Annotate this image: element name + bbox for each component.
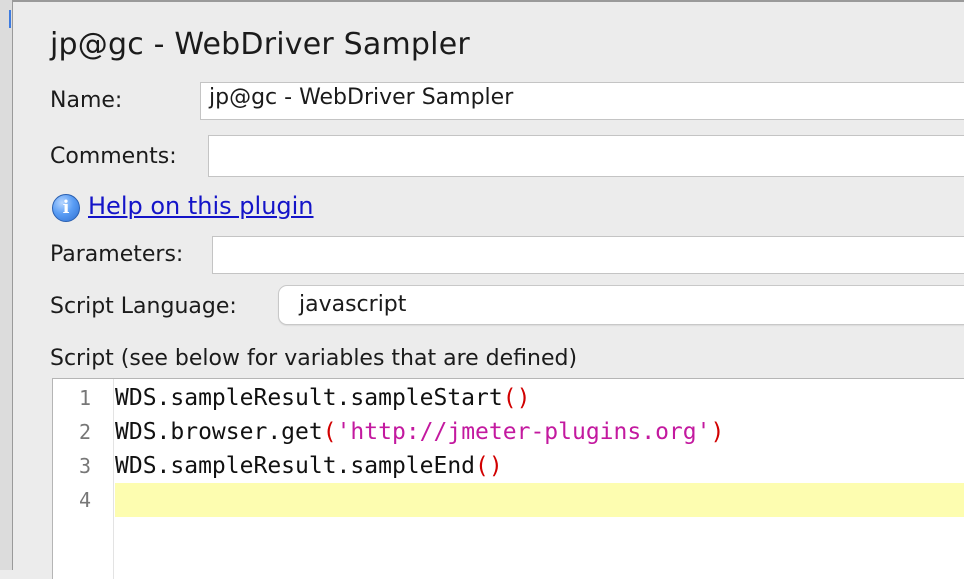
line-number: 1 — [78, 386, 91, 410]
info-icon: i — [52, 194, 80, 222]
open-paren: ( — [475, 453, 489, 479]
name-field[interactable]: jp@gc - WebDriver Sampler — [200, 82, 964, 120]
script-editor[interactable]: 1 WDS.sampleResult.sampleStart() 2 WDS.b… — [52, 378, 964, 579]
script-language-label: Script Language: — [50, 294, 237, 319]
parameters-label: Parameters: — [50, 242, 184, 267]
info-icon-glyph: i — [62, 197, 70, 218]
comments-field[interactable] — [208, 135, 964, 177]
close-paren: ) — [516, 385, 531, 411]
page-title: jp@gc - WebDriver Sampler — [50, 27, 470, 62]
code-text: WDS.browser.get — [115, 419, 323, 445]
string-literal: 'http://jmeter-plugins.org' — [336, 419, 711, 445]
line-number: 4 — [78, 488, 91, 512]
close-paren: ) — [710, 419, 725, 445]
close-paren: ) — [488, 453, 503, 479]
script-language-select[interactable]: javascript — [278, 285, 964, 325]
comments-label: Comments: — [50, 144, 177, 169]
line-number: 3 — [78, 454, 91, 478]
help-link[interactable]: Help on this plugin — [88, 190, 314, 222]
line-number: 2 — [78, 420, 91, 444]
code-line[interactable]: 1 WDS.sampleResult.sampleStart() — [53, 381, 964, 415]
open-paren: ( — [502, 385, 517, 411]
top-divider — [12, 0, 964, 2]
selection-marker — [9, 10, 11, 28]
open-paren: ( — [322, 419, 337, 445]
code-line[interactable]: 4 — [53, 483, 964, 517]
name-label: Name: — [50, 88, 123, 113]
code-text: WDS.sampleResult.sampleEnd — [115, 453, 476, 479]
parameters-field[interactable] — [212, 236, 964, 274]
code-line[interactable]: 2 WDS.browser.get('http://jmeter-plugins… — [53, 415, 964, 449]
code-line[interactable]: 3 WDS.sampleResult.sampleEnd() — [53, 449, 964, 483]
code-text: WDS.sampleResult.sampleStart — [115, 385, 503, 411]
left-panel-edge — [0, 0, 13, 570]
script-label: Script (see below for variables that are… — [50, 346, 578, 371]
